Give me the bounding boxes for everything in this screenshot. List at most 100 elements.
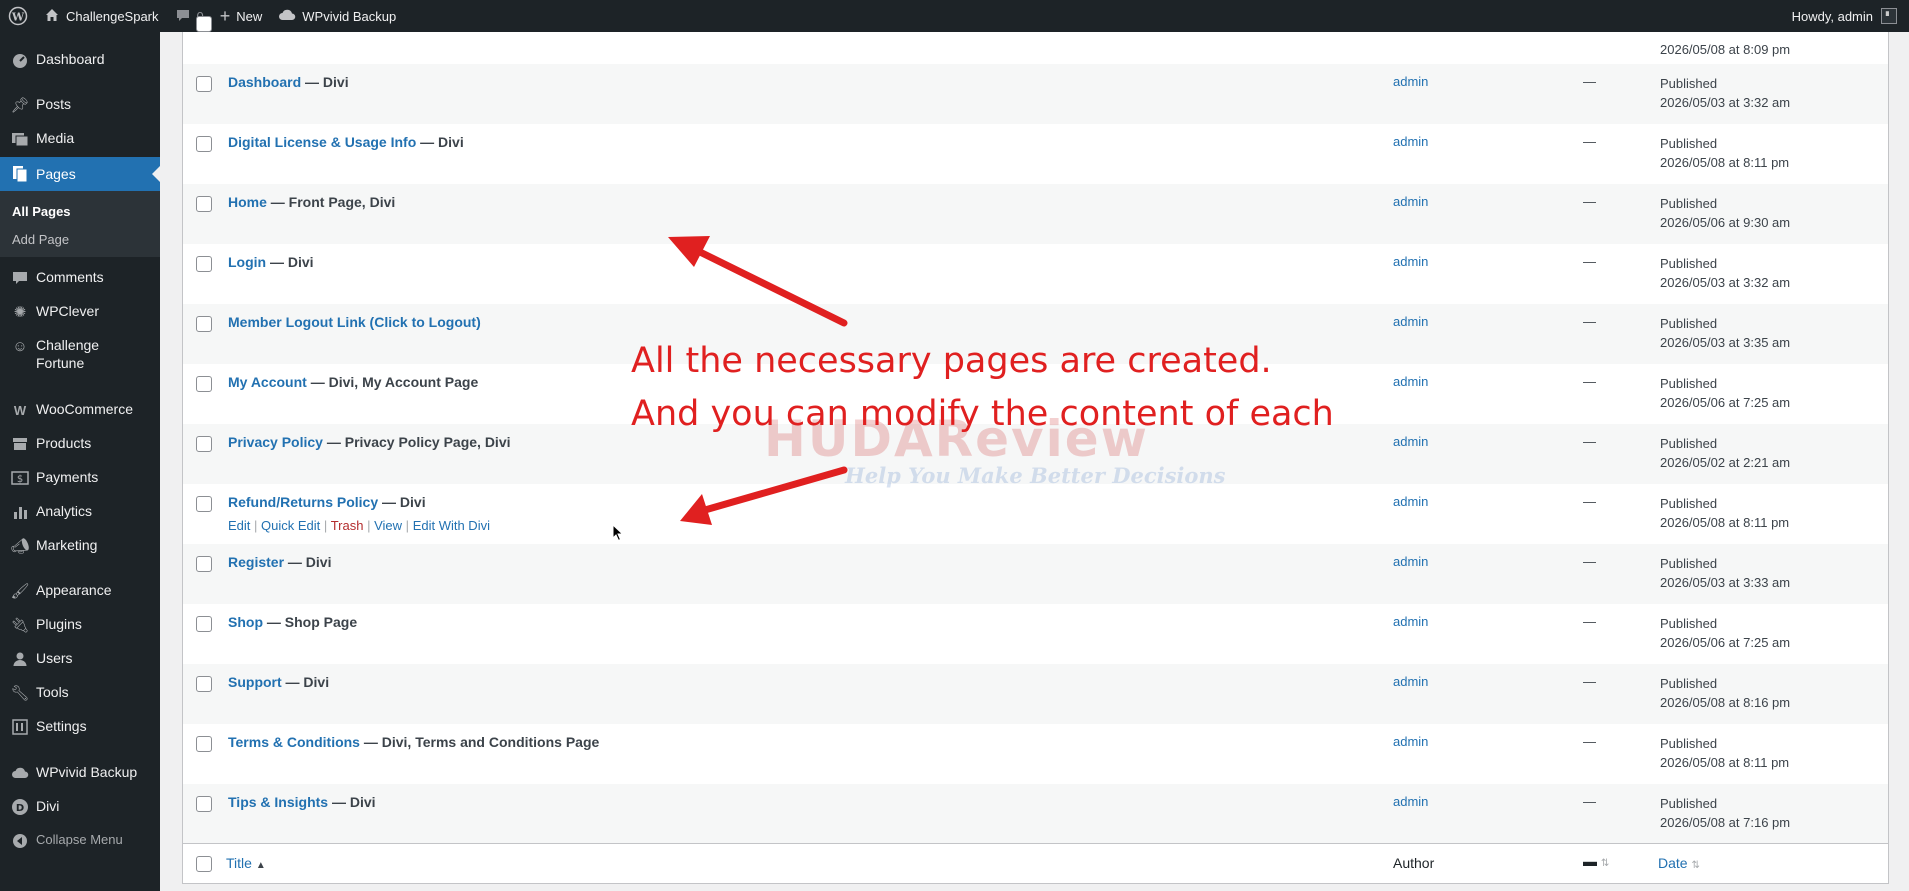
- page-title-link[interactable]: Digital License & Usage Info: [228, 134, 416, 150]
- row-title-cell: Digital License & Usage Info — Divi: [228, 134, 464, 150]
- sidebar-item-label: Payments: [36, 469, 99, 485]
- footer-comments-header[interactable]: ▬ ⇅: [1583, 853, 1609, 869]
- row-checkbox[interactable]: [196, 76, 212, 92]
- sidebar-item-products[interactable]: Products: [0, 434, 160, 454]
- sidebar-item-tools[interactable]: 🔧︎ Tools: [0, 683, 160, 703]
- row-comments: —: [1583, 74, 1596, 89]
- page-title-link[interactable]: Member Logout Link (Click to Logout): [228, 314, 481, 330]
- post-state: — Divi: [305, 74, 349, 90]
- submenu-add-page[interactable]: Add Page: [12, 232, 69, 247]
- row-author-link[interactable]: admin: [1393, 134, 1428, 149]
- sidebar-item-settings[interactable]: Settings: [0, 717, 160, 737]
- row-checkbox[interactable]: [196, 256, 212, 272]
- page-title-link[interactable]: Refund/Returns Policy: [228, 494, 378, 510]
- row-status: Published: [1660, 76, 1718, 91]
- row-date: 2026/05/08 at 8:16 pm: [1660, 695, 1791, 710]
- row-checkbox[interactable]: [196, 316, 212, 332]
- page-title-link[interactable]: Shop: [228, 614, 263, 630]
- row-checkbox[interactable]: [196, 796, 212, 812]
- row-action-edit-with-divi[interactable]: Edit With Divi: [413, 518, 490, 533]
- sidebar-item-posts[interactable]: 📌︎ Posts: [0, 95, 160, 115]
- post-state: — Privacy Policy Page, Divi: [326, 434, 511, 450]
- sidebar-item-wpclever[interactable]: ✺ WPClever: [0, 302, 160, 322]
- collapse-arrow-icon: [10, 831, 30, 851]
- sidebar-item-label: Media: [36, 130, 75, 146]
- row-checkbox[interactable]: [196, 616, 212, 632]
- sidebar-item-divi[interactable]: D Divi: [0, 797, 160, 817]
- sidebar-item-payments[interactable]: $ Payments: [0, 468, 160, 488]
- row-comments: —: [1583, 674, 1596, 689]
- site-name-link[interactable]: ChallengeSpark: [36, 0, 167, 32]
- row-author-link[interactable]: admin: [1393, 674, 1428, 689]
- sidebar-item-label: WooCommerce: [36, 401, 133, 417]
- row-author-link[interactable]: admin: [1393, 254, 1428, 269]
- wordpress-logo-icon[interactable]: W: [0, 0, 36, 32]
- sidebar-item-dashboard[interactable]: Dashboard: [0, 50, 160, 70]
- row-date: 2026/05/06 at 7:25 am: [1660, 395, 1791, 410]
- page-title-link[interactable]: Login: [228, 254, 266, 270]
- submenu-all-pages[interactable]: All Pages: [12, 204, 71, 219]
- sidebar-item-challenge-fortune[interactable]: ☺ Challenge Fortune: [0, 336, 160, 372]
- sidebar-item-marketing[interactable]: 📣︎ Marketing: [0, 536, 160, 556]
- row-action-view[interactable]: View: [374, 518, 402, 533]
- row-checkbox[interactable]: [196, 136, 212, 152]
- sidebar-item-wpvivid-backup[interactable]: WPvivid Backup: [0, 763, 160, 783]
- sidebar-item-users[interactable]: Users: [0, 649, 160, 669]
- row-author-link[interactable]: admin: [1393, 554, 1428, 569]
- sidebar-item-media[interactable]: Media: [0, 129, 160, 149]
- collapse-menu-button[interactable]: Collapse Menu: [0, 831, 160, 851]
- row-checkbox[interactable]: [196, 736, 212, 752]
- page-title-link[interactable]: Support: [228, 674, 282, 690]
- sidebar-item-comments[interactable]: Comments: [0, 268, 160, 288]
- row-author-link[interactable]: admin: [1393, 374, 1428, 389]
- row-checkbox[interactable]: [196, 496, 212, 512]
- row-date: 2026/05/03 at 3:32 am: [1660, 275, 1791, 290]
- row-author-link[interactable]: admin: [1393, 794, 1428, 809]
- row-author-link[interactable]: admin: [1393, 194, 1428, 209]
- sidebar-item-analytics[interactable]: Analytics: [0, 502, 160, 522]
- row-date-cell: Published 2026/05/08 at 8:16 pm: [1660, 674, 1790, 712]
- page-title-link[interactable]: Terms & Conditions: [228, 734, 360, 750]
- sort-arrows-icon: ⇅: [1691, 860, 1700, 871]
- row-date: 2026/05/02 at 2:21 am: [1660, 455, 1791, 470]
- row-checkbox[interactable]: [196, 376, 212, 392]
- row-checkbox[interactable]: [196, 556, 212, 572]
- page-title-link[interactable]: Home: [228, 194, 267, 210]
- row-status: Published: [1660, 316, 1718, 331]
- megaphone-icon: 📣︎: [10, 538, 30, 555]
- row-author-link[interactable]: admin: [1393, 434, 1428, 449]
- page-title-link[interactable]: Dashboard: [228, 74, 301, 90]
- row-action-quick-edit[interactable]: Quick Edit: [261, 518, 320, 533]
- sidebar-item-woocommerce[interactable]: W WooCommerce: [0, 400, 160, 420]
- row-title-cell: Shop — Shop Page: [228, 614, 357, 630]
- row-date-cell: Published 2026/05/08 at 8:11 pm: [1660, 494, 1789, 532]
- row-checkbox[interactable]: [196, 196, 212, 212]
- row-checkbox[interactable]: [196, 16, 212, 32]
- row-author-link[interactable]: admin: [1393, 734, 1428, 749]
- row-author-link[interactable]: admin: [1393, 494, 1428, 509]
- table-row: Digital License & Usage Info — Divi admin…: [183, 124, 1888, 184]
- row-author-link[interactable]: admin: [1393, 614, 1428, 629]
- select-all-checkbox[interactable]: [196, 856, 212, 872]
- row-action-trash[interactable]: Trash: [331, 518, 364, 533]
- sort-by-date-link[interactable]: Date ⇅: [1658, 855, 1700, 871]
- row-author-link[interactable]: admin: [1393, 314, 1428, 329]
- post-state: — Divi: [270, 254, 314, 270]
- sort-by-title-link[interactable]: Title ▲: [226, 855, 266, 871]
- row-author-link[interactable]: admin: [1393, 74, 1428, 89]
- row-status: Published: [1660, 496, 1718, 511]
- bar-chart-icon: [10, 502, 30, 522]
- page-title-link[interactable]: Privacy Policy: [228, 434, 323, 450]
- row-checkbox[interactable]: [196, 436, 212, 452]
- row-comments: —: [1583, 314, 1596, 329]
- sidebar-item-plugins[interactable]: 🔌︎ Plugins: [0, 615, 160, 635]
- page-title-link[interactable]: Tips & Insights: [228, 794, 328, 810]
- page-title-link[interactable]: Register: [228, 554, 284, 570]
- row-action-edit[interactable]: Edit: [228, 518, 250, 533]
- sidebar-item-pages[interactable]: Pages: [0, 157, 160, 191]
- row-status: Published: [1660, 616, 1718, 631]
- sidebar-item-appearance[interactable]: 🖌︎ Appearance: [0, 581, 160, 601]
- mouse-cursor-icon: [612, 523, 624, 547]
- page-title-link[interactable]: My Account: [228, 374, 307, 390]
- row-checkbox[interactable]: [196, 676, 212, 692]
